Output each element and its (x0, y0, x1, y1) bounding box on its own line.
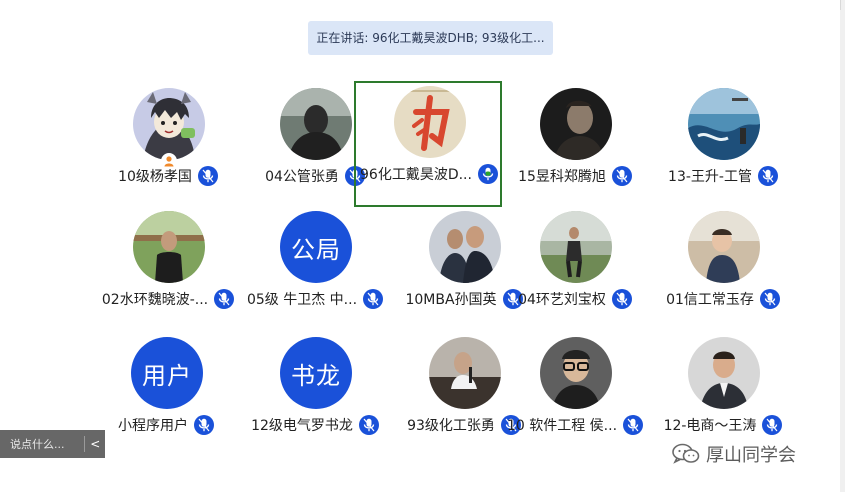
participant-name-row: 96化工戴昊波D... (356, 164, 502, 184)
participant-name: 04环艺刘宝权 (518, 292, 606, 308)
participant-name: 13-王升-工管 (668, 169, 752, 185)
participant-name-row: 12-电商～王涛 (648, 415, 798, 435)
participant-tile[interactable]: 公局 05级 牛卫杰 中... (240, 206, 390, 331)
participant-tile[interactable]: 15昱科郑腾旭 (500, 83, 650, 208)
photo-avatar-image (280, 88, 352, 160)
participant-name-row: 10级杨孝国 (93, 166, 243, 186)
participant-name: 01信工常玉存 (666, 292, 754, 308)
participant-name-row: 13-王升-工管 (648, 166, 798, 186)
participant-name: 10级杨孝国 (118, 169, 192, 185)
participant-name-row: 04环艺刘宝权 (500, 289, 650, 309)
cartoon-avatar-image (133, 88, 205, 160)
participant-tile[interactable]: 10级杨孝国 (93, 83, 243, 208)
participant-name-row: 02水环魏晓波-... (93, 289, 243, 309)
participant-grid: 10级杨孝国 04公管张勇 96化工戴昊波D... 15昱科郑腾旭 13-王升-… (0, 0, 845, 492)
participant-avatar (429, 211, 501, 283)
participant-tile[interactable]: 书龙 12级电气罗书龙 (240, 332, 390, 457)
participant-avatar: 用户 (131, 337, 203, 409)
mic-muted-icon[interactable] (363, 289, 384, 309)
participant-tile[interactable]: 10 软件工程 侯... (500, 332, 650, 457)
avatar-initials: 书龙 (291, 361, 341, 390)
participant-name-row: 01信工常玉存 (648, 289, 798, 309)
mic-muted-icon[interactable] (757, 166, 778, 186)
participant-avatar (394, 86, 466, 158)
participant-tile[interactable]: 02水环魏晓波-... (93, 206, 243, 331)
avatar-initials: 用户 (142, 361, 192, 390)
chat-input-bar[interactable]: 说点什么... < (0, 430, 105, 458)
mic-muted-icon[interactable] (623, 415, 644, 435)
participant-name-row: 小程序用户 (91, 415, 241, 435)
photo-avatar-image (688, 337, 760, 409)
mic-muted-icon[interactable] (358, 415, 379, 435)
photo-avatar-image (688, 88, 760, 160)
avatar-initials: 公局 (291, 235, 341, 264)
participant-tile[interactable]: 13-王升-工管 (648, 83, 798, 208)
participant-name-row: 12级电气罗书龙 (240, 415, 390, 435)
participant-name: 96化工戴昊波D... (360, 167, 472, 183)
photo-avatar-image (540, 337, 612, 409)
participant-avatar (688, 211, 760, 283)
participant-tile[interactable]: 用户 小程序用户 (91, 332, 241, 457)
mic-muted-icon[interactable] (214, 289, 235, 309)
participant-avatar (133, 88, 205, 160)
watermark-text: 厚山同学会 (706, 445, 796, 466)
participant-name-row: 15昱科郑腾旭 (500, 166, 650, 186)
participant-tile[interactable]: 04环艺刘宝权 (500, 206, 650, 331)
participant-avatar (688, 337, 760, 409)
watermark: 厚山同学会 (672, 440, 796, 468)
photo-avatar-image (540, 211, 612, 283)
participant-avatar (429, 337, 501, 409)
photo-avatar-image (429, 211, 501, 283)
participant-avatar (688, 88, 760, 160)
participant-name: 12级电气罗书龙 (251, 418, 353, 434)
chat-input-placeholder[interactable]: 说点什么... (0, 436, 78, 452)
photo-avatar-image (429, 337, 501, 409)
participant-avatar: 公局 (280, 211, 352, 283)
participant-name: 02水环魏晓波-... (101, 292, 209, 308)
mic-muted-icon[interactable] (759, 289, 780, 309)
mic-speaking-icon[interactable] (477, 164, 498, 184)
participant-name-row: 10 软件工程 侯... (500, 415, 650, 435)
participant-tile[interactable]: 01信工常玉存 (648, 206, 798, 331)
participant-avatar (280, 88, 352, 160)
mic-muted-icon[interactable] (611, 289, 632, 309)
participant-avatar (133, 211, 205, 283)
participant-name: 04公管张勇 (265, 169, 339, 185)
participant-avatar (540, 211, 612, 283)
collapse-chevron-icon[interactable]: < (85, 437, 105, 451)
photo-avatar-image (688, 211, 760, 283)
photo-avatar-image (540, 88, 612, 160)
participant-name-row: 05级 牛卫杰 中... (240, 289, 390, 309)
participant-avatar (540, 88, 612, 160)
participant-name: 15昱科郑腾旭 (518, 169, 606, 185)
mic-muted-icon[interactable] (611, 166, 632, 186)
mic-muted-icon[interactable] (197, 166, 218, 186)
mic-muted-icon[interactable] (762, 415, 783, 435)
participant-name: 10 软件工程 侯... (506, 418, 618, 434)
participant-name: 10MBA孙国英 (405, 292, 497, 308)
participant-name: 12-电商～王涛 (663, 418, 757, 434)
participant-avatar: 书龙 (280, 337, 352, 409)
participant-name: 93级化工张勇 (407, 418, 495, 434)
participant-tile[interactable]: 12-电商～王涛 (648, 332, 798, 457)
calligraphy-avatar-image (394, 86, 466, 158)
participant-name: 05级 牛卫杰 中... (246, 292, 358, 308)
participant-avatar (540, 337, 612, 409)
wechat-icon (672, 443, 700, 464)
photo-avatar-image (133, 211, 205, 283)
participant-name: 小程序用户 (118, 418, 188, 434)
mic-muted-icon[interactable] (194, 415, 214, 435)
participant-tile-active-speaker[interactable]: 96化工戴昊波D... (354, 81, 502, 207)
